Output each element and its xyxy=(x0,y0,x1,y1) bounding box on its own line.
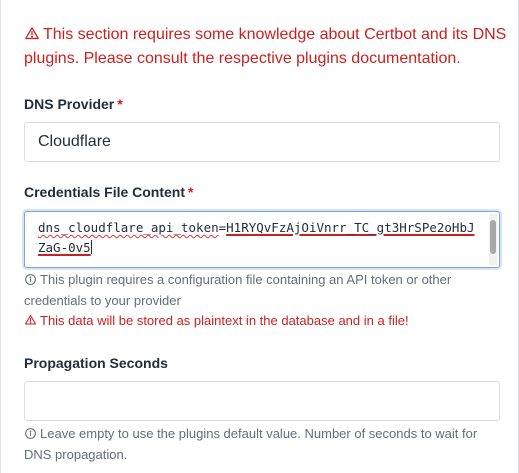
propagation-seconds-input[interactable] xyxy=(24,381,500,421)
dns-provider-value: Cloudflare xyxy=(38,133,111,150)
plaintext-warning-text: This data will be stored as plaintext in… xyxy=(40,313,409,328)
required-mark: * xyxy=(188,184,194,200)
required-mark: * xyxy=(117,96,123,112)
info-circle-icon xyxy=(25,428,36,439)
credentials-key: dns_cloudflare_api_token xyxy=(38,220,219,235)
knowledge-warning-text: This section requires some knowledge abo… xyxy=(24,26,507,67)
credentials-content: dns_cloudflare_api_token=H1RYQvFzAjOiVnr… xyxy=(38,218,478,258)
warning-triangle-icon xyxy=(24,314,37,325)
knowledge-warning: This section requires some knowledge abo… xyxy=(24,23,510,71)
credentials-help: This plugin requires a configuration fil… xyxy=(24,269,504,311)
propagation-label: Propagation Seconds xyxy=(24,355,168,371)
dns-challenge-section: This section requires some knowledge abo… xyxy=(0,0,519,473)
plaintext-warning: This data will be stored as plaintext in… xyxy=(24,311,409,331)
dns-provider-label: DNS Provider * xyxy=(24,96,123,112)
propagation-help: Leave empty to use the plugins default v… xyxy=(24,423,504,465)
scrollbar-thumb[interactable] xyxy=(490,220,496,254)
warning-triangle-icon xyxy=(25,27,39,40)
propagation-help-text: Leave empty to use the plugins default v… xyxy=(24,426,478,462)
dns-provider-select[interactable]: Cloudflare xyxy=(24,122,500,162)
textarea-scrollbar[interactable] xyxy=(489,214,497,265)
info-circle-icon xyxy=(25,274,36,285)
credentials-help-text: This plugin requires a configuration fil… xyxy=(24,272,452,308)
text-caret xyxy=(90,240,92,254)
credentials-textarea[interactable]: dns_cloudflare_api_token=H1RYQvFzAjOiVnr… xyxy=(24,211,500,268)
credentials-label: Credentials File Content * xyxy=(24,184,194,200)
